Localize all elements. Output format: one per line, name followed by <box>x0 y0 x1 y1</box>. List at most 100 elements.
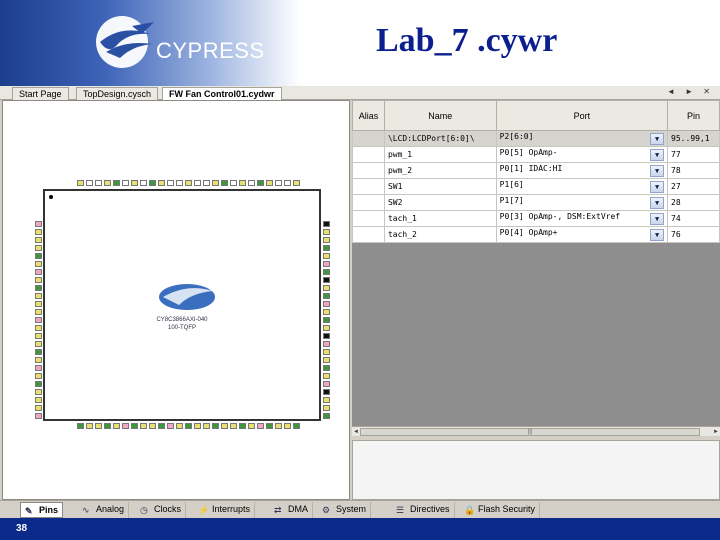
port-dropdown-icon[interactable]: ▼ <box>650 133 665 145</box>
chip-pin[interactable] <box>323 413 330 419</box>
chip-pin[interactable] <box>323 341 330 347</box>
port-cell[interactable]: P1[6] ▼ <box>495 178 669 195</box>
table-row[interactable]: \LCD:LCDPort[6:0]\ P2[6:0] ▼ 95..99,1 <box>352 130 720 147</box>
column-header-name[interactable]: Name <box>383 100 497 131</box>
chip-package[interactable]: CY8C3866AXI-040 100-TQFP <box>43 189 321 421</box>
name-cell[interactable]: SW2 <box>383 194 497 211</box>
table-row[interactable]: SW2 P1[7] ▼ 28 <box>352 194 720 211</box>
chip-pin[interactable] <box>275 423 282 429</box>
port-dropdown-icon[interactable]: ▼ <box>650 213 665 225</box>
port-cell[interactable]: P0[5] OpAmp- ▼ <box>495 146 669 163</box>
chip-pin[interactable] <box>140 423 147 429</box>
chip-pin[interactable] <box>203 180 210 186</box>
tab-system[interactable]: ⚙ System <box>318 502 372 518</box>
chip-pin[interactable] <box>86 180 93 186</box>
chip-pin[interactable] <box>230 423 237 429</box>
chip-pin[interactable] <box>167 423 174 429</box>
chip-pin[interactable] <box>194 423 201 429</box>
chip-pin[interactable] <box>35 405 42 411</box>
chip-pin[interactable] <box>35 277 42 283</box>
chip-pin[interactable] <box>158 180 165 186</box>
chip-pin[interactable] <box>104 423 111 429</box>
chip-pin[interactable] <box>131 180 138 186</box>
chip-pin[interactable] <box>248 423 255 429</box>
tab-clocks[interactable]: ◷ Clocks <box>136 502 187 518</box>
chip-pin[interactable] <box>35 261 42 267</box>
chip-pin[interactable] <box>194 180 201 186</box>
chip-pin[interactable] <box>122 180 129 186</box>
table-row[interactable]: pwm_1 P0[5] OpAmp- ▼ 77 <box>352 146 720 163</box>
table-row[interactable]: tach_1 P0[3] OpAmp-, DSM:ExtVref ▼ 74 <box>352 210 720 227</box>
chip-pin[interactable] <box>35 229 42 235</box>
chip-pin[interactable] <box>203 423 210 429</box>
chip-pin[interactable] <box>113 180 120 186</box>
tab-start-page[interactable]: Start Page <box>12 87 69 100</box>
tab-pins[interactable]: ✎ Pins <box>20 502 64 518</box>
chip-pin[interactable] <box>86 423 93 429</box>
chip-pin[interactable] <box>35 349 42 355</box>
chip-pin[interactable] <box>35 333 42 339</box>
port-cell[interactable]: P1[7] ▼ <box>495 194 669 211</box>
name-cell[interactable]: tach_1 <box>383 210 497 227</box>
chip-pin[interactable] <box>212 423 219 429</box>
chip-pin[interactable] <box>77 180 84 186</box>
port-cell[interactable]: P0[1] IDAC:HI ▼ <box>495 162 669 179</box>
chip-pin[interactable] <box>185 180 192 186</box>
chip-pin[interactable] <box>293 423 300 429</box>
alias-cell[interactable] <box>352 162 385 179</box>
chip-pin[interactable] <box>77 423 84 429</box>
pin-cell[interactable]: 76 <box>667 226 720 243</box>
name-cell[interactable]: tach_2 <box>383 226 497 243</box>
port-dropdown-icon[interactable]: ▼ <box>650 165 665 177</box>
pin-cell[interactable]: 74 <box>667 210 720 227</box>
chip-pin[interactable] <box>323 381 330 387</box>
chip-pin[interactable] <box>323 261 330 267</box>
chip-view[interactable]: CY8C3866AXI-040 100-TQFP <box>2 100 350 500</box>
port-dropdown-icon[interactable]: ▼ <box>650 181 665 193</box>
chip-pin[interactable] <box>293 180 300 186</box>
chip-pin[interactable] <box>35 325 42 331</box>
name-cell[interactable]: SW1 <box>383 178 497 195</box>
alias-cell[interactable] <box>352 178 385 195</box>
chip-pin[interactable] <box>122 423 129 429</box>
chip-pin[interactable] <box>323 309 330 315</box>
chip-pin[interactable] <box>248 180 255 186</box>
chip-pin[interactable] <box>95 180 102 186</box>
chip-pin[interactable] <box>158 423 165 429</box>
chip-pin[interactable] <box>323 237 330 243</box>
table-row[interactable]: tach_2 P0[4] OpAmp+ ▼ 76 <box>352 226 720 243</box>
chip-pin[interactable] <box>35 237 42 243</box>
chip-pin[interactable] <box>104 180 111 186</box>
alias-cell[interactable] <box>352 210 385 227</box>
chip-pin[interactable] <box>275 180 282 186</box>
chip-pin[interactable] <box>35 341 42 347</box>
chip-pin[interactable] <box>221 180 228 186</box>
chip-pin[interactable] <box>176 180 183 186</box>
chip-pin[interactable] <box>35 245 42 251</box>
column-header-alias[interactable]: Alias <box>352 100 385 131</box>
name-cell[interactable]: \LCD:LCDPort[6:0]\ <box>383 130 497 147</box>
port-dropdown-icon[interactable]: ▼ <box>650 229 665 241</box>
chip-pin[interactable] <box>323 317 330 323</box>
chip-pin[interactable] <box>149 180 156 186</box>
chip-pin[interactable] <box>35 293 42 299</box>
chip-pin[interactable] <box>95 423 102 429</box>
port-dropdown-icon[interactable]: ▼ <box>650 197 665 209</box>
port-cell[interactable]: P0[4] OpAmp+ ▼ <box>495 226 669 243</box>
chip-pin[interactable] <box>35 381 42 387</box>
chip-pin[interactable] <box>323 269 330 275</box>
chip-pin[interactable] <box>35 397 42 403</box>
chip-pin[interactable] <box>323 253 330 259</box>
chip-pin[interactable] <box>323 245 330 251</box>
alias-cell[interactable] <box>352 226 385 243</box>
chip-pin[interactable] <box>323 325 330 331</box>
column-header-pin[interactable]: Pin <box>667 100 720 131</box>
table-row[interactable]: pwm_2 P0[1] IDAC:HI ▼ 78 <box>352 162 720 179</box>
chip-pin[interactable] <box>185 423 192 429</box>
chip-pin[interactable] <box>323 277 330 283</box>
table-row[interactable]: SW1 P1[6] ▼ 27 <box>352 178 720 195</box>
pin-cell[interactable]: 27 <box>667 178 720 195</box>
scroll-left-icon[interactable]: ◄ <box>352 428 360 436</box>
chip-pin[interactable] <box>266 180 273 186</box>
chip-pin[interactable] <box>140 180 147 186</box>
